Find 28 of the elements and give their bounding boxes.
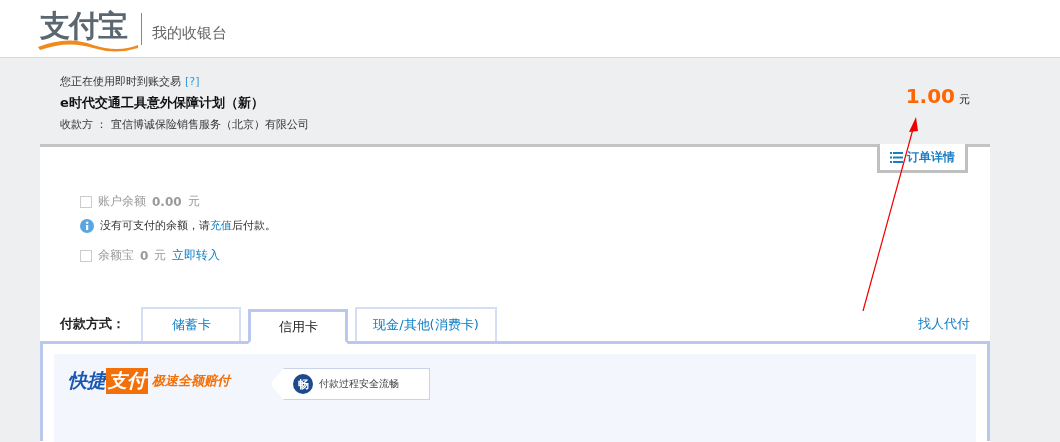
help-link[interactable]: [?] [185,75,200,88]
payment-tab[interactable]: 储蓄卡 [141,307,241,341]
info-icon [80,218,94,233]
smooth-icon: 畅 [293,374,313,394]
list-icon [890,151,903,163]
badge-text: 付款过程安全流畅 [319,377,399,391]
order-details-tab[interactable]: 订单详情 [877,144,968,173]
payment-method-label: 付款方式： [60,315,126,333]
payment-tab[interactable]: 现金/其他(消费卡) [355,307,497,341]
slogan: 极速全额赔付 [152,372,230,390]
recharge-link[interactable]: 充值 [210,219,232,232]
balance-label: 账户余额 [98,193,146,210]
payment-tab[interactable]: 信用卡 [248,309,348,344]
pay-for-me-link[interactable]: 找人代付 [918,315,970,341]
currency: 元 [959,92,970,107]
info-message: 没有可支付的余额，请充值后付款。 [100,218,276,233]
order-name: e时代交通工具意外保障计划（新） [60,94,265,112]
logo: 支付宝 [40,6,133,51]
yuebao-amount: 0 [140,248,149,263]
balance-amount: 0.00 [152,194,182,209]
balance-unit: 元 [187,193,200,210]
yuebao-unit: 元 [154,247,167,264]
yuebao-label: 余额宝 [98,247,134,264]
payee: 收款方 ： 宜信博诚保险销售服务（北京）有限公司 [60,117,309,132]
page-title: 我的收银台 [152,24,227,43]
trade-notice: 您正在使用即时到账交易 [60,75,181,88]
order-amount: 1.00 [905,84,955,108]
quickpay-logo-highlight: 支付 [106,368,148,394]
